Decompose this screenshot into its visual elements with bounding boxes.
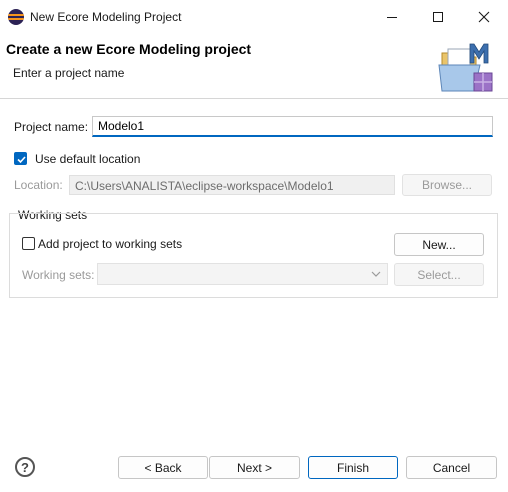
close-button[interactable] xyxy=(461,0,507,34)
banner-title: Create a new Ecore Modeling project xyxy=(6,41,252,57)
chevron-down-icon xyxy=(371,271,381,277)
wizard-banner: Create a new Ecore Modeling project Ente… xyxy=(0,34,508,98)
add-to-working-sets-label[interactable]: Add project to working sets xyxy=(38,237,182,251)
project-name-input[interactable] xyxy=(92,116,493,137)
help-icon[interactable]: ? xyxy=(15,457,35,477)
project-name-label: Project name: xyxy=(14,120,89,134)
eclipse-icon xyxy=(8,9,24,25)
maximize-icon xyxy=(433,12,443,22)
location-label: Location: xyxy=(14,178,63,192)
working-sets-label: Working sets: xyxy=(22,268,95,282)
title-bar: New Ecore Modeling Project xyxy=(0,0,508,34)
banner-separator xyxy=(0,98,508,99)
minimize-icon xyxy=(387,16,397,18)
browse-button[interactable]: Browse... xyxy=(402,174,492,196)
minimize-button[interactable] xyxy=(369,0,415,34)
cancel-button[interactable]: Cancel xyxy=(406,456,497,479)
banner-subtitle: Enter a project name xyxy=(13,66,125,80)
use-default-location-label[interactable]: Use default location xyxy=(35,152,140,166)
maximize-button[interactable] xyxy=(415,0,461,34)
add-to-working-sets-checkbox[interactable] xyxy=(22,237,35,250)
close-icon xyxy=(478,11,490,23)
window-title: New Ecore Modeling Project xyxy=(30,10,182,24)
working-sets-combo[interactable] xyxy=(97,263,388,285)
location-field[interactable]: C:\Users\ANALISTA\eclipse-workspace\Mode… xyxy=(69,175,395,195)
next-button[interactable]: Next > xyxy=(209,456,300,479)
checkmark-icon xyxy=(17,156,26,164)
use-default-location-checkbox[interactable] xyxy=(14,152,27,165)
back-button[interactable]: < Back xyxy=(118,456,208,479)
select-working-sets-button[interactable]: Select... xyxy=(394,263,484,286)
ecore-project-wizard-icon xyxy=(438,43,493,92)
finish-button[interactable]: Finish xyxy=(308,456,398,479)
new-working-set-button[interactable]: New... xyxy=(394,233,484,256)
